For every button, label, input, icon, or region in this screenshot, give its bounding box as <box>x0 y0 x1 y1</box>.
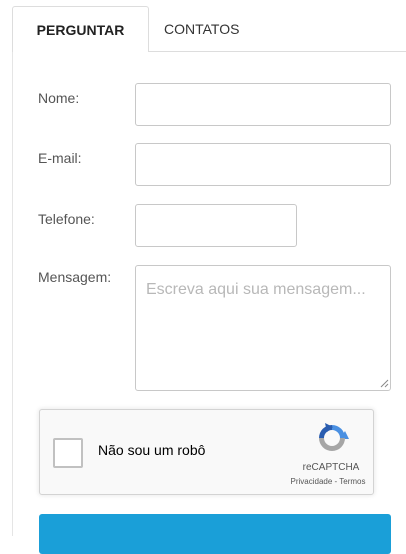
message-label: Mensagem: <box>38 269 112 285</box>
phone-input[interactable] <box>135 204 297 247</box>
tab-bar: PERGUNTAR CONTATOS <box>12 0 406 52</box>
recaptcha-widget: Não sou um robô reCAPTCHA Privacidade - … <box>39 409 374 495</box>
tab-contatos[interactable]: CONTATOS <box>164 6 254 52</box>
name-label: Nome: <box>38 90 80 106</box>
resize-grip-icon[interactable] <box>380 379 389 388</box>
tab-perguntar[interactable]: PERGUNTAR <box>12 6 149 52</box>
panel-border <box>12 52 13 536</box>
name-input[interactable] <box>135 83 391 126</box>
email-input[interactable] <box>135 143 391 186</box>
recaptcha-brand: reCAPTCHA <box>302 462 360 473</box>
email-label: E-mail: <box>38 150 82 166</box>
contact-widget: PERGUNTAR CONTATOS Nome: E-mail: Telefon… <box>12 0 406 554</box>
tab-divider <box>149 51 406 52</box>
phone-label: Telefone: <box>38 211 95 227</box>
recaptcha-logo-icon <box>319 423 349 451</box>
recaptcha-terms-link[interactable]: Privacidade - Termos <box>280 477 376 486</box>
recaptcha-label: Não sou um robô <box>98 442 206 458</box>
message-textarea[interactable] <box>135 265 391 391</box>
submit-button[interactable] <box>39 514 391 554</box>
recaptcha-checkbox[interactable] <box>53 438 83 468</box>
